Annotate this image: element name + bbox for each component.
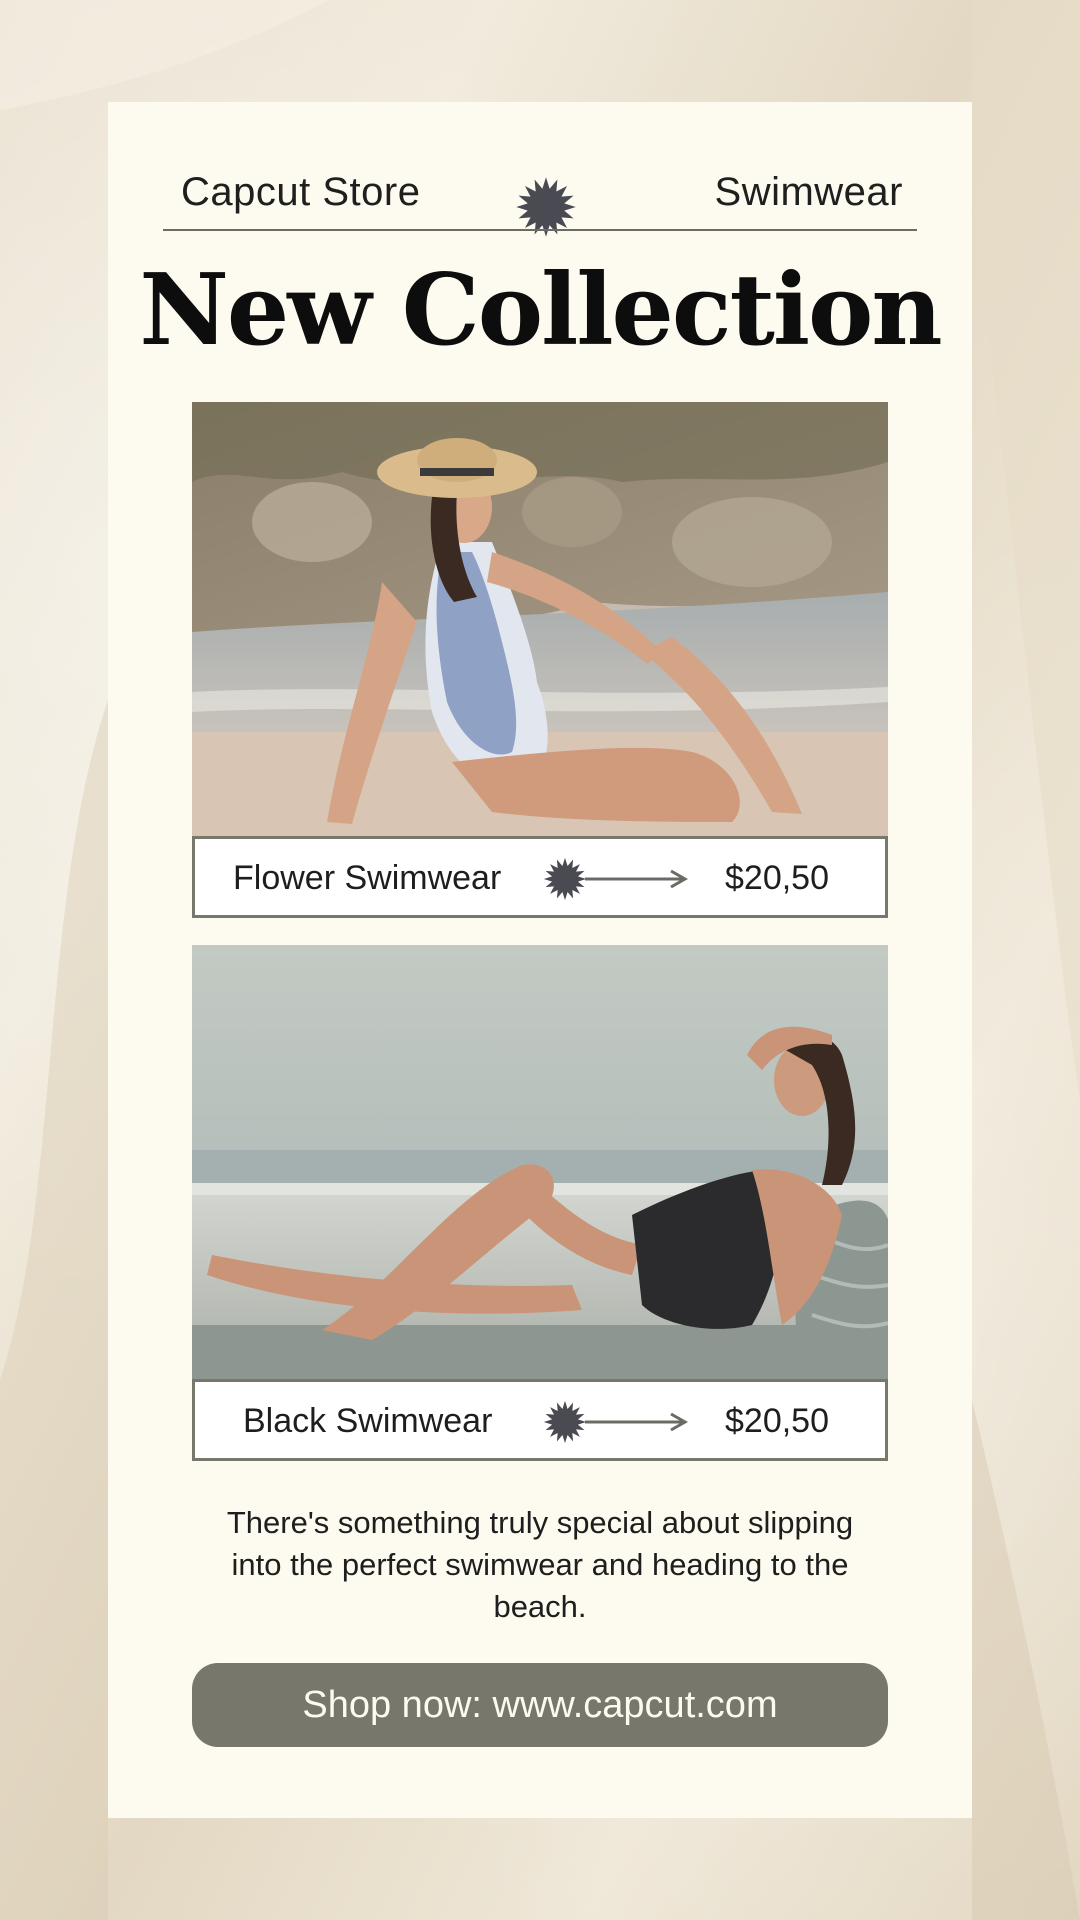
star-burst-icon <box>543 1400 587 1444</box>
product-price: $20,50 <box>725 859 829 897</box>
category-label: Swimwear <box>714 170 903 214</box>
store-name: Capcut Store <box>181 170 421 214</box>
product-name: Flower Swimwear <box>233 859 502 897</box>
star-burst-icon <box>543 857 587 901</box>
product-price: $20,50 <box>725 1402 829 1440</box>
product-info-bar: Black Swimwear $20,50 <box>192 1379 888 1461</box>
product-card-flower[interactable]: Flower Swimwear $20,50 <box>192 402 888 918</box>
page-title: New Collection <box>139 253 942 368</box>
card-header: Capcut Store Swimwear <box>163 142 917 237</box>
header-divider <box>163 229 917 231</box>
product-info-bar: Flower Swimwear $20,50 <box>192 836 888 918</box>
arrow-right-icon <box>585 869 689 889</box>
shop-now-button[interactable]: Shop now: www.capcut.com <box>192 1663 888 1747</box>
product-card-black[interactable]: Black Swimwear $20,50 <box>192 945 888 1461</box>
arrow-right-icon <box>585 1412 689 1432</box>
promo-card: Capcut Store Swimwear New Collection Flo… <box>108 102 972 1818</box>
product-photo-flower[interactable] <box>192 402 888 838</box>
description-text: There's something truly special about sl… <box>226 1505 854 1624</box>
product-photo-black[interactable] <box>192 945 888 1381</box>
product-name: Black Swimwear <box>243 1402 493 1440</box>
